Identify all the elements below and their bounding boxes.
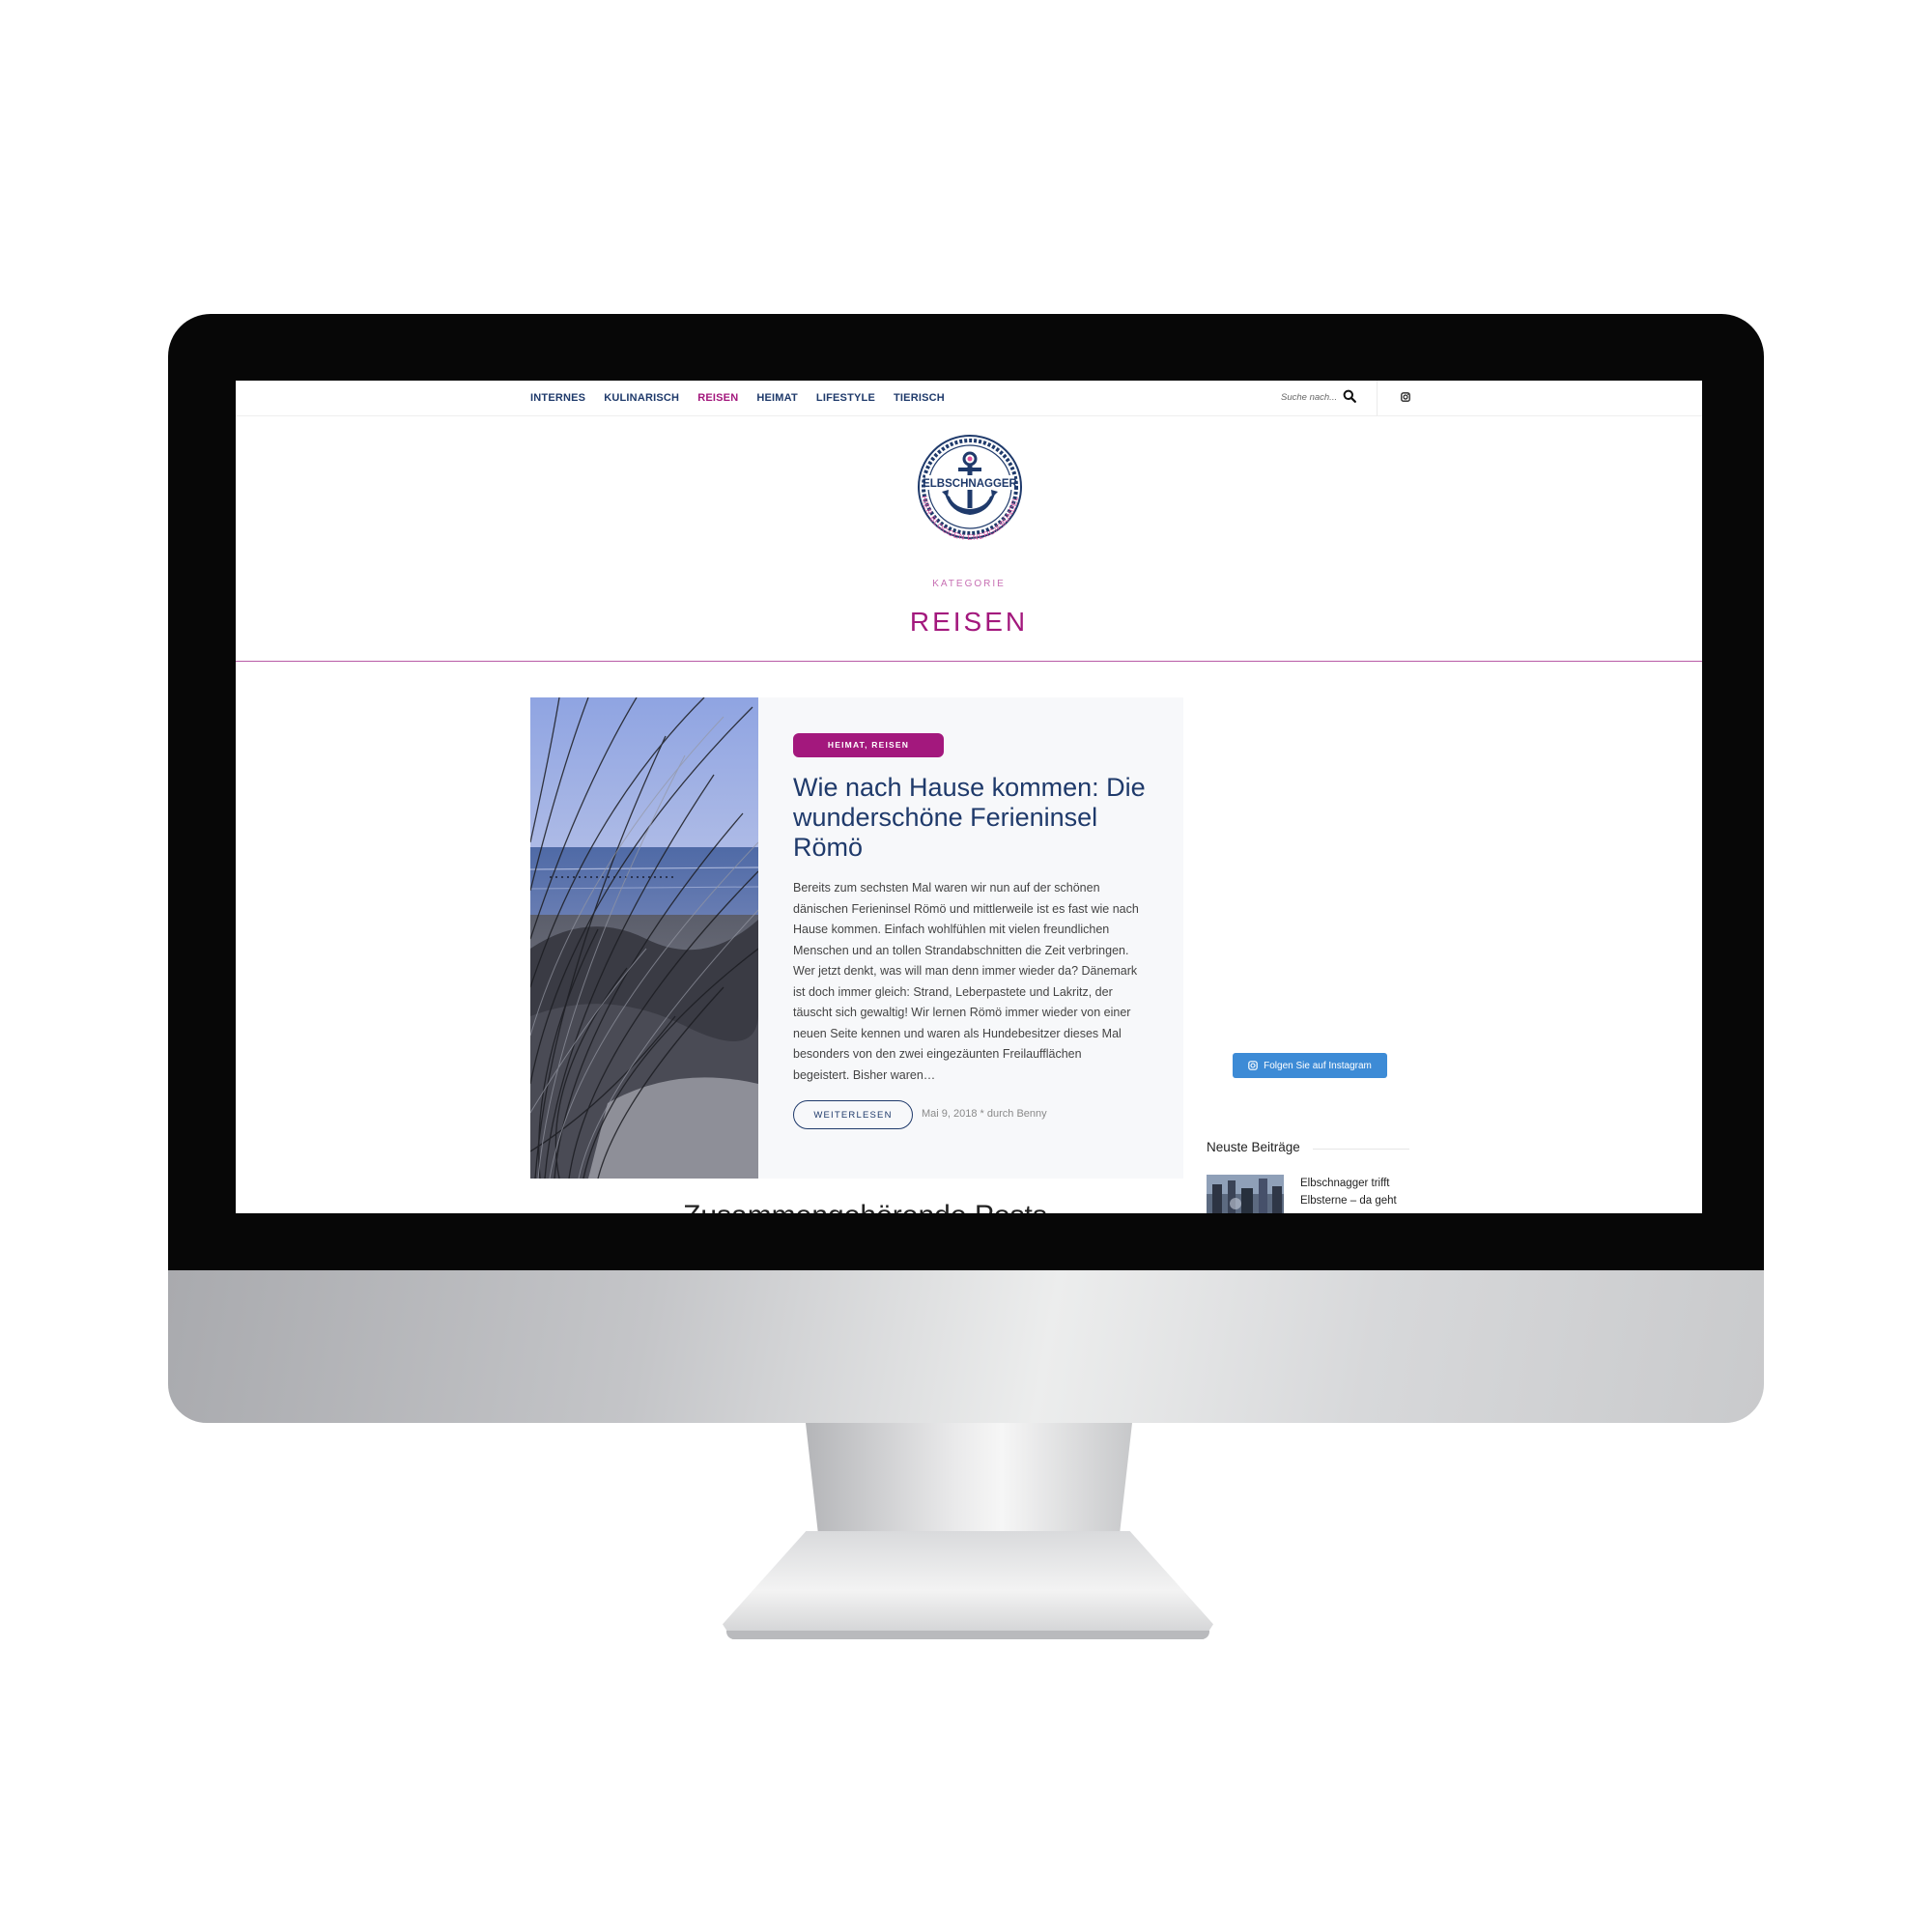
main-menu: INTERNES KULINARISCH REISEN HEIMAT LIFES… <box>530 392 945 404</box>
post-title[interactable]: Wie nach Hause kommen: Die wunderschöne … <box>793 773 1160 863</box>
recent-post-title[interactable]: Elbschnagger trifft Elbsterne – da geht <box>1300 1175 1416 1209</box>
recent-posts-heading: Neuste Beiträge <box>1207 1140 1300 1154</box>
post-category-badge[interactable]: HEIMAT, REISEN <box>793 733 944 757</box>
category-title: REISEN <box>909 607 1029 637</box>
monitor-stand-neck <box>806 1423 1132 1539</box>
elbschnagger-logo[interactable]: ELBSCHNAGGER HIER BLOGGEN ENERGIEBÜNDEL <box>912 434 1028 561</box>
read-more-button[interactable]: WEITERLESEN <box>793 1100 913 1129</box>
post-image-dune-grass[interactable] <box>530 697 758 1179</box>
search-input[interactable]: Suche nach... <box>1281 392 1337 403</box>
menu-item-reisen[interactable]: REISEN <box>697 392 738 404</box>
post-card: HEIMAT, REISEN Wie nach Hause kommen: Di… <box>530 697 1183 1179</box>
monitor-stand-foot <box>723 1531 1213 1639</box>
instagram-icon[interactable] <box>1401 392 1410 402</box>
instagram-follow-label: Folgen Sie auf Instagram <box>1264 1060 1372 1071</box>
instagram-follow-button[interactable]: Folgen Sie auf Instagram <box>1233 1053 1387 1078</box>
header-divider <box>236 661 1702 662</box>
recent-posts-rule <box>1313 1149 1409 1150</box>
browser-screen: INTERNES KULINARISCH REISEN HEIMAT LIFES… <box>236 381 1702 1213</box>
related-posts-heading: Zusammengehörende Posts <box>683 1200 1047 1213</box>
search-icon[interactable] <box>1343 389 1356 403</box>
top-navigation: INTERNES KULINARISCH REISEN HEIMAT LIFES… <box>236 381 1702 416</box>
monitor-stand-edge <box>726 1631 1209 1639</box>
menu-item-tierisch[interactable]: TIERISCH <box>894 392 945 404</box>
menu-item-internes[interactable]: INTERNES <box>530 392 585 404</box>
monitor-chin <box>168 1270 1764 1423</box>
menu-item-kulinarisch[interactable]: KULINARISCH <box>604 392 679 404</box>
post-excerpt: Bereits zum sechsten Mal waren wir nun a… <box>793 881 1139 1082</box>
recent-post-thumbnail[interactable] <box>1207 1175 1284 1213</box>
instagram-icon <box>1248 1061 1258 1070</box>
nav-divider <box>1377 381 1378 415</box>
category-kicker: KATEGORIE <box>932 579 1006 589</box>
menu-item-heimat[interactable]: HEIMAT <box>756 392 798 404</box>
post-meta: Mai 9, 2018 * durch Benny <box>922 1108 1047 1120</box>
menu-item-lifestyle[interactable]: LIFESTYLE <box>816 392 875 404</box>
logo-wordmark: ELBSCHNAGGER <box>923 478 1017 490</box>
